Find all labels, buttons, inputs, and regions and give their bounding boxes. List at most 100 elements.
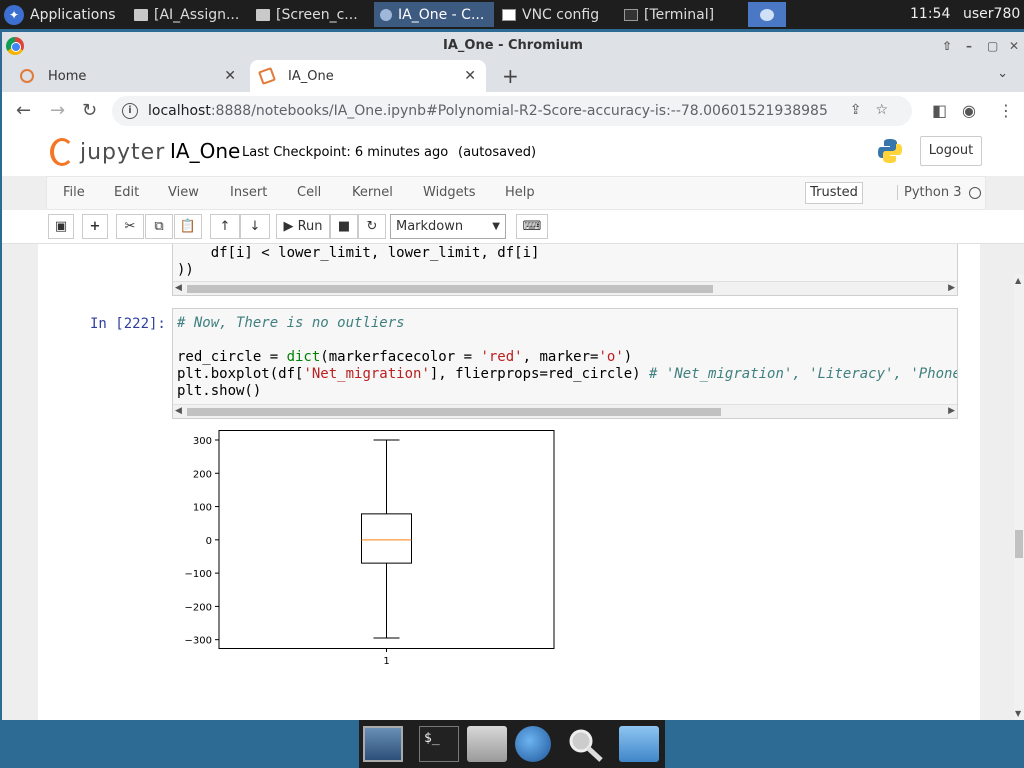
- menu-widgets[interactable]: Widgets: [423, 185, 476, 200]
- chromium-window: IA_One - Chromium ⇧ – ▢ ✕ Home ✕ IA_One …: [2, 32, 1024, 720]
- cut-icon[interactable]: ✂: [116, 214, 144, 239]
- new-tab-icon[interactable]: +: [502, 64, 519, 88]
- menu-cell[interactable]: Cell: [297, 185, 321, 200]
- files-folder-icon[interactable]: [619, 726, 659, 762]
- copy-icon[interactable]: ⧉: [145, 214, 173, 239]
- task-label: IA_One - C...: [398, 6, 485, 23]
- scrollbar-thumb[interactable]: [1015, 530, 1023, 558]
- code-cell-boxplot[interactable]: # Now, There is no outliers red_circle =…: [172, 308, 958, 419]
- maximize-icon[interactable]: ▢: [987, 32, 998, 60]
- task-label: [Screen_c...: [276, 6, 358, 23]
- workspace-indicator[interactable]: [748, 2, 786, 27]
- show-desktop-icon[interactable]: [363, 726, 403, 762]
- menu-file[interactable]: File: [63, 185, 85, 200]
- scroll-left-icon[interactable]: ◀: [175, 283, 182, 293]
- page-vertical-scrollbar[interactable]: ▲ ▼: [1014, 274, 1024, 720]
- notebook-menubar: File Edit View Insert Cell Kernel Widget…: [46, 176, 986, 210]
- move-up-icon[interactable]: ↑: [210, 214, 240, 239]
- move-down-icon[interactable]: ↓: [240, 214, 270, 239]
- profile-icon[interactable]: ◉: [962, 101, 976, 120]
- jupyter-logo[interactable]: jupyter: [50, 138, 165, 166]
- tab-label: IA_One: [288, 68, 334, 84]
- kernel-name[interactable]: Python 3: [897, 185, 961, 200]
- code-line: red_circle = dict(markerfacecolor = 'red…: [177, 349, 633, 365]
- jupyter-header: jupyter IA_One Last Checkpoint: 6 minute…: [2, 130, 1024, 176]
- code-cell-previous[interactable]: df[i] < lower_limit, lower_limit, df[i] …: [172, 244, 958, 296]
- reload-icon[interactable]: ↻: [82, 100, 97, 121]
- tab-ia-one[interactable]: IA_One ✕: [250, 60, 486, 92]
- paste-icon[interactable]: 📋: [174, 214, 202, 239]
- minimize-icon[interactable]: –: [966, 32, 972, 60]
- y-tick-label: −100: [185, 569, 212, 580]
- scroll-right-icon[interactable]: ▶: [948, 406, 955, 416]
- site-info-icon[interactable]: i: [122, 103, 138, 119]
- url-host: localhost: [148, 103, 211, 119]
- chevron-down-icon: ▼: [492, 221, 500, 232]
- horizontal-scrollbar[interactable]: ◀ ▶: [173, 404, 957, 418]
- notebook-favicon-icon: [258, 67, 276, 85]
- close-tab-icon[interactable]: ✕: [224, 68, 236, 84]
- terminal-icon: [624, 8, 638, 21]
- cell-type-select[interactable]: Markdown ▼: [390, 214, 506, 239]
- task-ai-assign[interactable]: [AI_Assign...: [128, 2, 246, 27]
- y-tick-label: 200: [193, 469, 212, 480]
- code-line: )): [177, 262, 194, 278]
- notebook-container: df[i] < lower_limit, lower_limit, df[i] …: [38, 244, 980, 720]
- address-bar[interactable]: i localhost:8888/notebooks/IA_One.ipynb#…: [112, 96, 912, 126]
- scroll-up-icon[interactable]: ▲: [1015, 276, 1021, 285]
- terminal-icon[interactable]: $_: [419, 726, 459, 762]
- side-panel-icon[interactable]: ◧: [932, 101, 947, 120]
- close-window-icon[interactable]: ✕: [1009, 32, 1019, 60]
- task-ia-one-chromium[interactable]: IA_One - C...: [374, 2, 494, 27]
- code-line: # Now, There is no outliers: [177, 315, 405, 331]
- keyboard-icon[interactable]: ⌨: [516, 214, 548, 239]
- run-button[interactable]: ▶︎ Run: [276, 214, 330, 239]
- applications-label: Applications: [30, 6, 116, 23]
- menu-help[interactable]: Help: [505, 185, 535, 200]
- close-tab-icon[interactable]: ✕: [464, 68, 476, 84]
- menu-view[interactable]: View: [168, 185, 199, 200]
- home-folder-icon[interactable]: [467, 726, 507, 762]
- tab-label: Home: [48, 68, 87, 84]
- scrollbar-thumb[interactable]: [187, 285, 713, 293]
- top-panel: ✦ Applications [AI_Assign... [Screen_c..…: [0, 0, 1024, 29]
- task-terminal[interactable]: [Terminal]: [618, 2, 736, 27]
- web-browser-icon[interactable]: [515, 726, 551, 762]
- forward-icon[interactable]: →: [50, 100, 65, 121]
- menu-kernel[interactable]: Kernel: [352, 185, 393, 200]
- share-and-bookmark-icons[interactable]: ⇪☆: [850, 102, 902, 118]
- task-vnc-config[interactable]: VNC config: [496, 2, 614, 27]
- tab-home[interactable]: Home ✕: [10, 60, 246, 92]
- jupyter-page: jupyter IA_One Last Checkpoint: 6 minute…: [2, 130, 1024, 720]
- y-tick-label: 300: [193, 436, 212, 447]
- menu-kebab-icon[interactable]: ⋮: [998, 101, 1014, 120]
- chromium-icon: [380, 8, 392, 21]
- window-title: IA_One - Chromium: [443, 38, 583, 53]
- task-label: VNC config: [522, 6, 600, 23]
- horizontal-scrollbar[interactable]: ◀ ▶: [173, 281, 957, 295]
- save-icon[interactable]: ▣: [48, 214, 74, 239]
- window-up-icon[interactable]: ⇧: [942, 32, 952, 60]
- restart-icon[interactable]: ↻: [358, 214, 386, 239]
- chromium-icon: [760, 8, 774, 21]
- logout-button[interactable]: Logout: [920, 136, 982, 166]
- search-icon[interactable]: [565, 726, 605, 762]
- y-tick-label: −300: [185, 636, 212, 647]
- y-tick-label: −200: [185, 602, 212, 613]
- scroll-down-icon[interactable]: ▼: [1015, 709, 1021, 718]
- scrollbar-thumb[interactable]: [187, 408, 721, 416]
- task-label: [Terminal]: [644, 6, 715, 23]
- notebook-name[interactable]: IA_One: [170, 139, 240, 163]
- trusted-badge[interactable]: Trusted: [805, 182, 863, 204]
- tab-search-chevron-icon[interactable]: ⌄: [997, 66, 1008, 81]
- back-icon[interactable]: ←: [16, 100, 31, 121]
- insert-cell-icon[interactable]: +: [82, 214, 108, 239]
- interrupt-icon[interactable]: ■: [330, 214, 358, 239]
- scroll-right-icon[interactable]: ▶: [948, 283, 955, 293]
- applications-menu[interactable]: ✦ Applications: [0, 0, 122, 29]
- task-label: [AI_Assign...: [154, 6, 240, 23]
- menu-insert[interactable]: Insert: [230, 185, 267, 200]
- task-screen-c[interactable]: [Screen_c...: [250, 2, 368, 27]
- scroll-left-icon[interactable]: ◀: [175, 406, 182, 416]
- menu-edit[interactable]: Edit: [114, 185, 139, 200]
